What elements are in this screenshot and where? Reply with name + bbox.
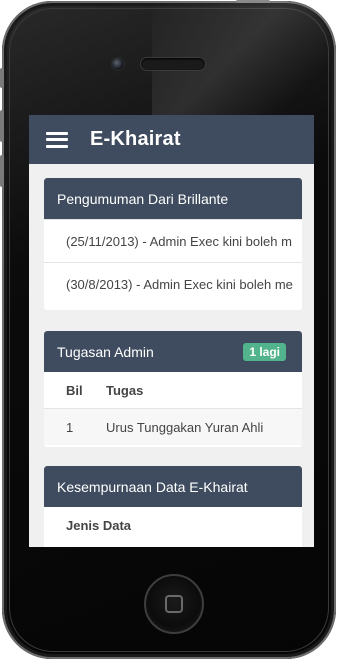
announcements-card: Pengumuman Dari Brillante (25/11/2013) -… [44,178,302,310]
admin-tasks-card: Tugasan Admin 1 lagi Bil Tugas 1 Urus Tu… [44,331,302,447]
data-completeness-card: Kesempurnaan Data E-Khairat Jenis Data [44,466,302,547]
tasks-table-header: Bil Tugas [44,372,302,408]
volume-down-button [0,155,4,187]
task-bil: 1 [66,419,74,435]
front-camera [111,57,125,71]
home-square-icon [165,595,183,613]
announcement-item[interactable]: (25/11/2013) - Admin Exec kini boleh m [44,219,302,262]
earpiece-speaker [140,57,206,71]
completeness-table-header: Jenis Data [44,507,302,543]
admin-tasks-header: Tugasan Admin 1 lagi [44,331,302,372]
announcement-item[interactable]: (30/8/2013) - Admin Exec kini boleh me [44,262,302,305]
table-row[interactable]: 1 Urus Tunggakan Yuran Ahli [44,408,302,445]
data-completeness-title: Kesempurnaan Data E-Khairat [57,478,248,495]
task-tugas[interactable]: Urus Tunggakan Yuran Ahli [106,420,302,435]
home-button[interactable] [144,574,204,634]
column-header-bil: Bil [66,382,83,398]
app-header: E-Khairat [29,115,314,164]
app-screen: E-Khairat Pengumuman Dari Brillante (25/… [29,115,314,547]
tasks-count-badge: 1 lagi [243,343,286,361]
admin-tasks-title: Tugasan Admin [57,343,154,360]
column-header-tugas: Tugas [106,382,144,398]
volume-up-button [0,110,4,142]
hamburger-menu-icon[interactable] [46,131,68,148]
data-completeness-header: Kesempurnaan Data E-Khairat [44,466,302,507]
power-button [236,0,270,3]
column-header-jenis-data: Jenis Data [66,517,132,533]
app-title: E-Khairat [90,128,181,150]
announcements-title: Pengumuman Dari Brillante [57,190,229,207]
announcements-header: Pengumuman Dari Brillante [44,178,302,219]
mute-switch [0,68,4,88]
